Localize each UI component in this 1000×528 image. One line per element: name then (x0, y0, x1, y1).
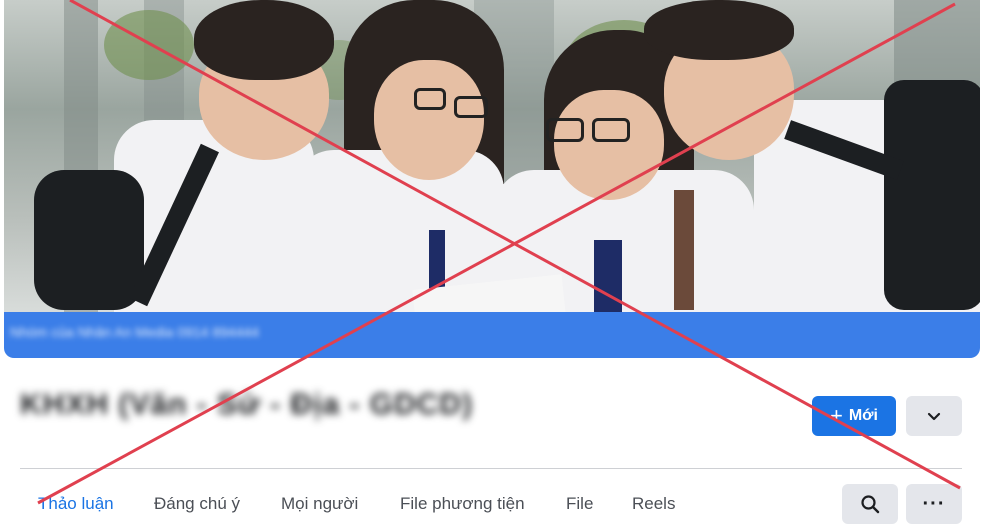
group-owner-bar[interactable]: Nhóm của Nhân An Media 0914 894444 (4, 312, 980, 358)
tab-reels[interactable]: Reels (632, 494, 675, 514)
tab-people[interactable]: Mọi người (281, 494, 358, 514)
dropdown-button[interactable] (906, 396, 962, 436)
new-post-button[interactable]: + Mới (812, 396, 896, 436)
plus-icon: + (829, 403, 843, 428)
group-owner-label: Nhóm của Nhân An Media 0914 894444 (10, 324, 260, 340)
group-title: KHXH (Văn - Sử - Địa - GDCD) (20, 388, 474, 421)
student-boy-left (24, 0, 334, 312)
cover-photo (4, 0, 980, 312)
student-girl-center-left (294, 0, 514, 312)
new-post-label: Mới (848, 407, 878, 424)
tab-featured[interactable]: Đáng chú ý (154, 494, 240, 514)
tab-files[interactable]: File (566, 494, 593, 514)
tabs-divider (20, 468, 962, 469)
search-icon (861, 495, 880, 514)
tab-discussion[interactable]: Thảo luận (38, 494, 114, 514)
more-icon: ··· (922, 492, 946, 515)
tab-media[interactable]: File phương tiện (400, 494, 525, 514)
student-boy-right (644, 0, 980, 312)
search-button[interactable] (842, 484, 898, 524)
chevron-down-icon (927, 412, 941, 421)
more-options-button[interactable]: ··· (906, 484, 962, 524)
